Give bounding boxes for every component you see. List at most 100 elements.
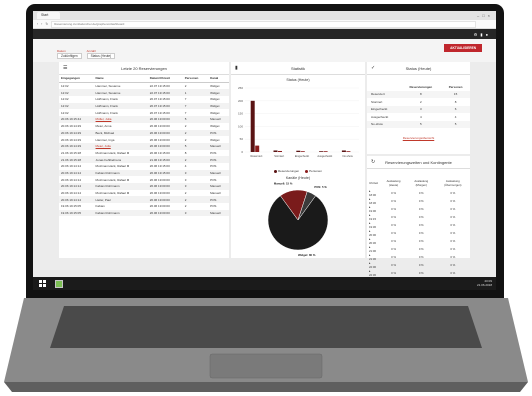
- table-cell: 5: [400, 120, 442, 128]
- status-title: Status (Heute): [405, 65, 432, 71]
- forward-icon[interactable]: ›: [41, 22, 42, 26]
- column-header: Kanal: [208, 75, 229, 83]
- table-cell: 0 %: [418, 239, 424, 243]
- table-row: ▸ 20:30 0 % 0 % 0 %: [367, 237, 470, 245]
- table-cell: Meier, Anna: [95, 124, 112, 129]
- status-bar-chart: 250 200 150 100 50 0 Reserviert Storniert Eingec…: [238, 86, 359, 158]
- table-row[interactable]: 20.06 19:14:29 Beck, Michael 26.06 19:00:0…: [59, 129, 229, 137]
- app-header: ⚙ ▮ ●: [33, 29, 496, 39]
- table-row[interactable]: 20.06 19:14:29 Hammer, Inga 26.06 19:00:00…: [59, 136, 229, 143]
- table-cell: Fabian Rohrmann: [93, 183, 148, 190]
- table-cell: Jonas Fehlbehrens: [93, 156, 148, 163]
- table-cell: Hammer, Susanne: [93, 89, 148, 97]
- table-cell: Mutzmann-Eck, Rafael M: [95, 177, 130, 182]
- table-row: Eingecheckt 3 6: [367, 105, 470, 113]
- x-tick-label: Storniert: [274, 154, 284, 158]
- column-header: Uhrzeit: [369, 181, 378, 185]
- reservations-panel: ☰ Letzte 20 Reservierungen Eingegangen Na…: [59, 62, 229, 258]
- table-row[interactable]: 20.06 19:14:14 Mutzmann-Eck, Rafael M 26.0…: [59, 190, 229, 197]
- table-cell: 26.06 19:00:00: [149, 124, 170, 129]
- pie-slice-label: Manuell: 15 %: [274, 181, 293, 185]
- table-row[interactable]: 19.06 19:15:05 Fabian Rohrmann 26.06 19:00…: [59, 209, 229, 217]
- column-header: [367, 83, 400, 91]
- table-cell: Müller, Julia: [93, 116, 148, 123]
- table-cell: 12:02: [61, 84, 69, 89]
- x-tick-label: No-show: [342, 154, 352, 158]
- bar-chart-icon[interactable]: ▮: [480, 32, 482, 37]
- table-cell: 21.06 19:15:28: [59, 156, 94, 163]
- table-cell: 0 %: [450, 231, 456, 235]
- table-cell: 0 %: [450, 215, 456, 219]
- table-row[interactable]: 12:02 Hammer, Susanne 22.07 19:15:00 1 Widge…: [59, 89, 229, 97]
- table-cell: 0 %: [391, 263, 396, 267]
- table-cell: ▸ 21:00: [369, 245, 376, 253]
- table-row[interactable]: 20.06 19:14:14 Heiler, Paul 26.06 19:00:00…: [59, 196, 229, 204]
- windows-start-icon[interactable]: [39, 280, 46, 287]
- status-header: ✓ Status (Heute): [367, 62, 470, 75]
- browser-tab[interactable]: Start: [37, 12, 61, 19]
- table-row[interactable]: 20.06 19:14:14 Fabian Rohrmann 26.06 19:00…: [59, 183, 229, 190]
- table-cell: 3: [182, 183, 209, 190]
- table-cell: 0 %: [391, 191, 396, 195]
- table-cell: 5: [182, 142, 209, 150]
- table-row: ▸ 19:15 0 % 0 % 0 %: [367, 213, 470, 221]
- table-cell: Hammer, Susanne: [95, 84, 121, 89]
- kontingente-panel: ↻ Reservierungszeiten und Kontingente Uh…: [367, 156, 470, 285]
- table-cell: 0 %: [391, 215, 396, 219]
- y-tick-label: 250: [238, 86, 243, 90]
- table-row[interactable]: 21.06 19:15:28 Jonas Fehlbehrens 21.06 19:…: [59, 156, 229, 163]
- refresh-icon: ↻: [371, 159, 376, 165]
- table-row[interactable]: 20.06 19:14:14 Fabian Rohrmann 26.06 19:15…: [59, 169, 229, 177]
- table-cell: 20.06 19:14:14: [59, 196, 94, 204]
- table-row[interactable]: 20.06 19:14:14 Mutzmann-Eck, Rafael M 26.0…: [59, 163, 229, 170]
- table-cell: Manuell: [210, 191, 221, 196]
- table-cell: 26.06 19:00:00: [149, 177, 170, 182]
- y-tick-label: 0: [241, 150, 243, 154]
- table-row[interactable]: 12:02 Hoffmann, Frank 26.07 19:15:00 7 Widge…: [59, 109, 229, 116]
- table-cell: ▸ 19:00: [369, 205, 376, 213]
- table-row[interactable]: 12:02 Hammer, Susanne 22.07 19:15:00 2 Widge…: [59, 82, 229, 89]
- table-row[interactable]: 19.06 19:15:05 Fabian 26.06 19:00:00 2 POS: [59, 203, 229, 210]
- table-cell: 26.06 19:00:00: [147, 142, 183, 150]
- user-icon[interactable]: ●: [486, 32, 488, 37]
- gear-icon[interactable]: ⚙: [474, 32, 478, 37]
- table-cell: 26.06 19:00:00: [149, 204, 170, 209]
- table-row[interactable]: 20.06 19:14:14 Mutzmann-Eck, Rafael M 26.0…: [59, 176, 229, 183]
- table-cell: 7: [184, 110, 187, 115]
- table-row[interactable]: 20.06 19:15:44 Müller, Julia 26.06 19:00:0…: [59, 116, 229, 123]
- table-row: ▸ 19:30 0 % 0 % 0 %: [367, 221, 470, 229]
- table-cell: ▸ 19:30: [369, 221, 376, 229]
- table-row[interactable]: 20.06 19:14:29 Meier, Julia 26.06 19:00:00…: [59, 142, 229, 150]
- table-cell: 8: [184, 150, 187, 155]
- table-row: ▸ 20:00 0 % 0 % 0 %: [367, 229, 470, 237]
- reservierungsuebersicht-link[interactable]: Reservierungsübersicht: [367, 136, 470, 140]
- table-row[interactable]: 12:02 Hoffmann, Frank 26.07 19:15:00 7 Widge…: [59, 102, 229, 110]
- table-row[interactable]: 21.06 19:15:28 Mutzmann-Eck, Rafael M 26.0…: [59, 150, 229, 157]
- table-cell: 12:02: [59, 102, 94, 110]
- table-cell: POS: [208, 156, 229, 163]
- system-tray: 20:09 21.06.2018: [477, 279, 492, 287]
- taskbar-app-icon[interactable]: [55, 280, 63, 288]
- update-button[interactable]: AKTUALISIEREN: [444, 44, 482, 52]
- list-icon: ☰: [63, 65, 68, 71]
- table-cell: 0 %: [418, 231, 424, 235]
- x-tick-label: Ausgecheckt: [317, 154, 332, 158]
- table-row[interactable]: 12:02 Hoffmann, Frank 26.07 19:15:00 7 Widge…: [59, 96, 229, 103]
- table-row[interactable]: 20.06 19:14:29 Meier, Anna 26.06 19:00:00 2…: [59, 123, 229, 130]
- column-header: Personen: [182, 75, 209, 83]
- table-cell: 0 %: [391, 207, 396, 211]
- reload-icon[interactable]: ↻: [45, 22, 48, 26]
- back-icon[interactable]: ‹: [37, 22, 38, 26]
- table-row: ▸ 22:30 0 % 0 % 0 %: [367, 269, 470, 277]
- status-select[interactable]: Status (Heute): [86, 53, 116, 59]
- table-cell: 20.06 19:14:29: [59, 129, 94, 137]
- table-row: ▸ 21:00 0 % 0 % 0 %: [367, 245, 470, 253]
- table-cell: 2: [182, 156, 209, 163]
- table-cell: 26.06 19:00:00: [147, 196, 183, 204]
- table-cell: 2: [184, 191, 187, 196]
- status-table: Reservierungen Personen Reserviert 8 15 Stor…: [367, 83, 470, 128]
- zeitraum-select[interactable]: Zukünftigen: [57, 53, 82, 59]
- url-field[interactable]: Reservierung.zumbaluncher.de/grapheno/da…: [51, 20, 476, 28]
- table-cell: ▸ 20:00: [369, 229, 376, 237]
- window-controls[interactable]: –□×: [477, 13, 496, 18]
